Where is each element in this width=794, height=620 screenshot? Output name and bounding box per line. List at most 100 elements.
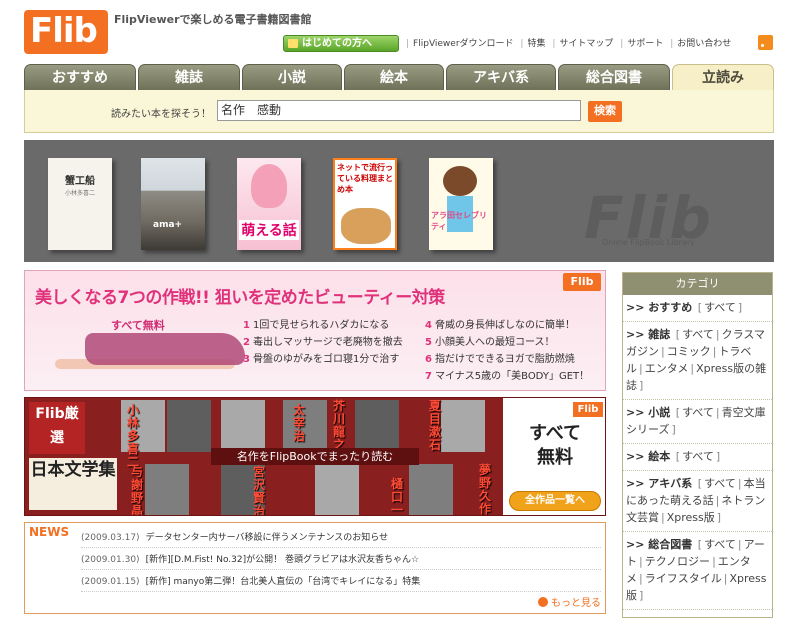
category-title[interactable]: >> 総合図書	[626, 538, 692, 551]
author-portrait	[221, 400, 265, 452]
news-text: データセンター内サーバ移設に伴うメンテナンスのお知らせ	[145, 533, 389, 543]
news-more-link[interactable]: もっと見る	[538, 594, 601, 609]
news-date: (2009.01.15)	[81, 577, 140, 587]
literature-banner-caption: 名作をFlipBookでまったり読む	[211, 448, 419, 465]
news-item[interactable]: (2009.01.15) [新作] manyo第二弾！台北美人直伝の「台湾でキレイ…	[81, 574, 601, 592]
search-button[interactable]: 検索	[588, 101, 622, 122]
anime-girl-illustration	[251, 164, 287, 208]
first-time-label: はじめての方へ	[302, 38, 372, 49]
tab-akiba[interactable]: アキバ系	[446, 64, 556, 90]
beauty-item: 6 指だけでできるヨガで脂肪燃焼	[425, 354, 575, 365]
book-icon	[288, 39, 298, 48]
rss-icon[interactable]	[758, 35, 773, 50]
category-sidebar: カテゴリ >> おすすめ [すべて] >> 雑誌 [すべて | クラスマガジン | コミ…	[622, 272, 773, 618]
all-works-link[interactable]: 全作品一覧へ	[509, 491, 601, 511]
top-links: | FlipViewerダウンロード | 特集 | サイトマップ | サポート | お問い…	[406, 39, 732, 49]
category-link[interactable]: Xpress版	[667, 511, 715, 524]
category-link[interactable]: すべて	[682, 406, 714, 419]
book-cover-ama[interactable]: ama+	[141, 158, 205, 250]
link-support[interactable]: サポート	[627, 39, 663, 49]
tab-novel[interactable]: 小説	[242, 64, 342, 90]
girl-hair-illustration	[443, 166, 477, 196]
category-header: カテゴリ	[623, 273, 772, 295]
category-section: >> おすすめ [すべて]	[623, 295, 772, 322]
category-title[interactable]: >> 雑誌	[626, 328, 670, 341]
beauty-item: 5 小顔美人への最短コース！	[425, 337, 555, 348]
link-contact[interactable]: お問い合わせ	[677, 39, 731, 49]
author-name: 夢野久作	[478, 463, 491, 516]
category-link[interactable]: すべて	[704, 538, 736, 551]
author-portrait	[409, 464, 453, 515]
category-link[interactable]: エンタメ	[645, 362, 689, 375]
book-author: 小林多喜二	[64, 190, 95, 197]
news-item[interactable]: (2009.01.30) [新作][D.M.Fist! No.32]が公開！ 巻頭…	[81, 552, 601, 570]
literature-all-free: すべて無料	[528, 423, 582, 468]
tab-picturebook[interactable]: 絵本	[344, 64, 444, 90]
beauty-item: 4 脅威の身長伸ばしなのに簡単！	[425, 320, 575, 331]
beauty-banner-free: すべて無料	[111, 319, 165, 332]
literature-banner[interactable]: Flib厳選 日本文学集 小林多喜二 太宰治 芥川龍之介 夏目漱石 与謝野晶子 …	[24, 397, 606, 516]
category-title[interactable]: >> アキバ系	[626, 477, 692, 490]
author-portrait	[167, 400, 211, 452]
book-cover-kanikosen[interactable]: 蟹工船 小林多喜二	[48, 158, 112, 250]
beauty-banner-flib-badge: Flib	[563, 273, 601, 291]
beauty-item: 3 骨盤のゆがみをゴロ寝1分で治す	[243, 354, 400, 365]
beauty-list-left: 1 1回で見せられるハダカになる 2 毒出しマッサージで老廃物を撤去 3 骨盤のゆがみ…	[243, 317, 403, 368]
author-name: 宮沢賢治	[252, 465, 265, 516]
category-link[interactable]: ライフスタイル	[645, 572, 722, 585]
main-tabs: おすすめ 雑誌 小説 絵本 アキバ系 総合図書 立読み	[24, 64, 774, 90]
link-download[interactable]: FlipViewerダウンロード	[413, 39, 514, 49]
food-plate-illustration	[341, 208, 391, 244]
news-text: [新作][D.M.Fist! No.32]が公開！ 巻頭グラビアは水沢友香ちゃん…	[145, 555, 420, 565]
author-portrait	[441, 400, 485, 452]
tab-magazine[interactable]: 雑誌	[138, 64, 240, 90]
first-time-button[interactable]: はじめての方へ	[283, 35, 399, 52]
category-section: >> アキバ系 [すべて | 本当にあった萌える話 | ネトラン文芸賞 | Xpress版]	[623, 471, 772, 532]
beauty-banner[interactable]: 美しくなる7つの作戦!! 狙いを定めたビューティー対策 Flib すべて無料 1…	[24, 270, 606, 391]
news-text: [新作] manyo第二弾！台北美人直伝の「台湾でキレイになる」特集	[145, 577, 421, 587]
category-section: >> 小説 [すべて | 青空文庫シリーズ]	[623, 400, 772, 444]
link-feature[interactable]: 特集	[527, 39, 545, 49]
category-link[interactable]: すべて	[704, 477, 736, 490]
category-link[interactable]: すべて	[704, 301, 736, 314]
category-title[interactable]: >> おすすめ	[626, 301, 692, 314]
book-title: 蟹工船	[65, 176, 95, 187]
author-portrait	[355, 400, 399, 452]
author-portrait	[315, 464, 359, 515]
category-link[interactable]: コミック	[667, 345, 711, 358]
category-link[interactable]: すべて	[682, 328, 714, 341]
category-link[interactable]: テクノロジー	[645, 555, 710, 568]
featured-shelf: Flib Online FlipBook Library 蟹工船 小林多喜二 a…	[24, 140, 774, 262]
book-title: ama+	[153, 220, 183, 230]
beauty-item: 7 マイナス5歳の「美BODY」GET！	[425, 371, 590, 382]
category-title[interactable]: >> 小説	[626, 406, 670, 419]
category-section: >> 雑誌 [すべて | クラスマガジン | コミック | トラベル | エンタメ | Xpress…	[623, 322, 772, 400]
literature-genre-label: 日本文学集	[29, 458, 117, 510]
link-sitemap[interactable]: サイトマップ	[559, 39, 613, 49]
tab-recommend[interactable]: おすすめ	[24, 64, 136, 90]
book-cover-cooking[interactable]: ネットで流行っている料理まとめ本	[333, 158, 397, 250]
shelf-watermark-sub: Online FlipBook Library	[602, 238, 695, 247]
beauty-item: 1 1回で見せられるハダカになる	[243, 320, 390, 331]
news-label: NEWS	[29, 525, 70, 539]
book-cover-celebrity[interactable]: アラ田セレブリティ	[429, 158, 493, 250]
flib-selection-seal: Flib厳選	[29, 402, 85, 454]
tab-general[interactable]: 総合図書	[558, 64, 670, 90]
literature-flib-badge: Flib	[573, 402, 603, 417]
literature-banner-right-panel: Flib すべて無料 全作品一覧へ	[503, 398, 605, 515]
search-input[interactable]: 名作 感動	[217, 100, 581, 121]
category-title[interactable]: >> 絵本	[626, 450, 670, 463]
news-item[interactable]: (2009.03.17) データセンター内サーバ移設に伴うメンテナンスのお知らせ	[81, 530, 601, 548]
site-tagline: FlipViewerで楽しめる電子書籍図書館	[114, 13, 312, 26]
book-title: ネットで流行っている料理まとめ本	[337, 163, 393, 194]
flib-logo[interactable]: Flib	[24, 10, 108, 54]
news-date: (2009.03.17)	[81, 533, 140, 543]
book-cover-moeru[interactable]: 萌える話	[237, 158, 301, 250]
author-name: 夏目漱石	[428, 399, 441, 452]
tab-preview[interactable]: 立読み	[672, 64, 774, 90]
search-label: 読みたい本を探そう！	[111, 109, 211, 120]
woman-illustration	[85, 333, 245, 365]
book-title: アラ田セレブリティ	[431, 211, 487, 231]
author-name: 太宰治	[292, 403, 305, 443]
category-link[interactable]: すべて	[682, 450, 714, 463]
